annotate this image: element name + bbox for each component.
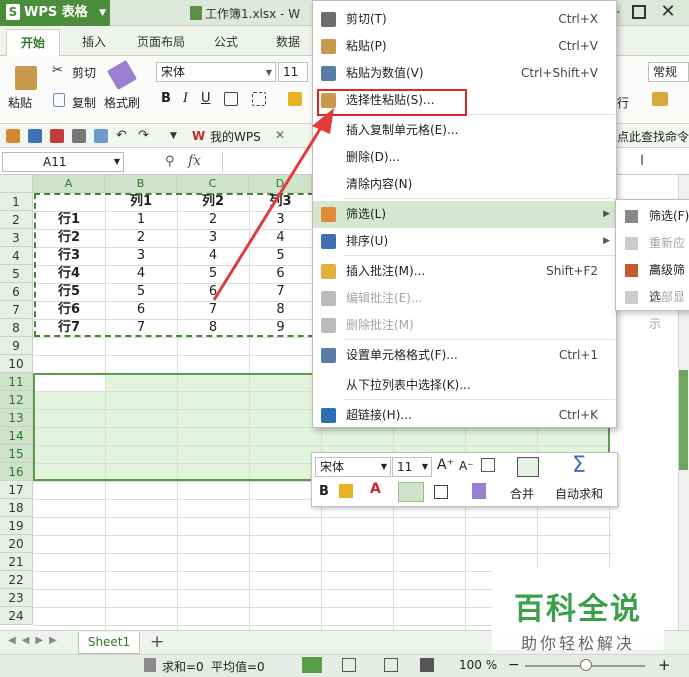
watermark-title: 百科全说 xyxy=(514,592,642,627)
watermark-subtitle: 助你轻松解决 xyxy=(520,634,635,653)
arrow-head xyxy=(312,108,334,134)
arrow-shaft xyxy=(212,125,324,301)
watermark: 百科全说 助你轻松解决 xyxy=(492,568,664,653)
